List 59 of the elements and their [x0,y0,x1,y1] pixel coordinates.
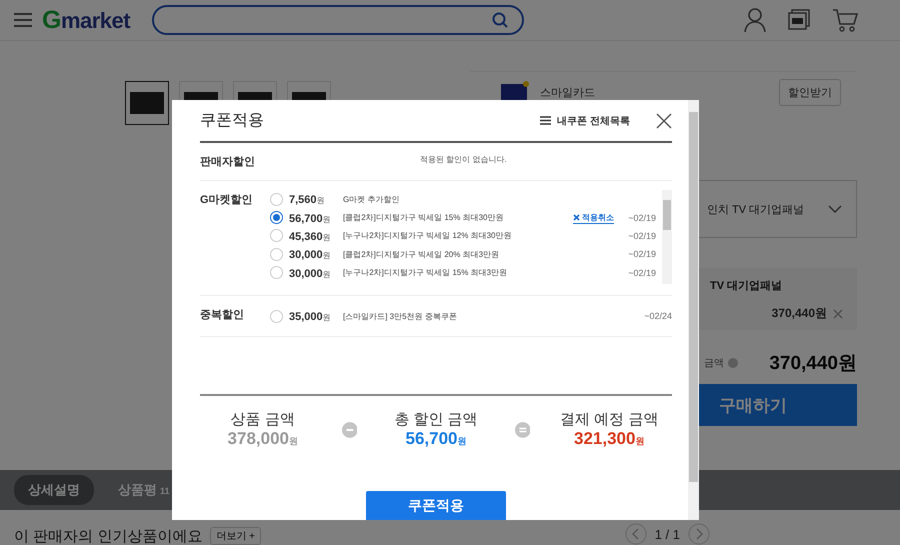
search-icon[interactable] [492,12,508,28]
dialog-title: 쿠폰적용 [200,111,264,131]
summary-amount: 321,300원 [574,429,644,450]
cart-icon[interactable] [832,8,858,32]
expiry-date: ~02/19 [627,230,656,241]
tab[interactable]: 상세설명 [14,475,94,505]
scrollbar[interactable] [662,190,672,284]
scrollbar[interactable] [688,100,699,520]
coupon-name: G마켓 추가할인 [343,194,400,205]
search-field[interactable] [152,5,524,35]
coupon-name: [클럽2차]디지털가구 빅세일 15% 최대30만원 [343,212,504,224]
item-name: TV 대기업패널 [710,279,784,293]
card-promo-label: 스마일카드 [540,86,596,100]
total-label: 금액 [704,357,724,370]
more-button[interactable]: 더보기 + [210,527,261,545]
section-label: G마켓할인 [200,193,254,208]
close-icon [573,214,580,221]
apply-coupon-button[interactable]: 쿠폰적용 [366,491,506,520]
menu-icon[interactable] [14,13,32,27]
expiry-date: ~02/24 [643,311,672,322]
close-icon[interactable] [656,112,672,128]
expiry-date: ~02/19 [627,268,656,278]
page-indicator: 1 / 1 [654,526,680,542]
minus-icon [342,422,358,438]
summary-label: 총 할인 금액 [394,410,478,430]
coupon-amount: 7,560원 [289,193,326,208]
coupon-name: [스마일카드] 3만5천원 중복쿠폰 [343,310,458,322]
coupon-amount: 45,360원 [289,230,332,245]
discount-button[interactable]: 할인받기 [779,78,841,106]
coupon-amount: 35,000원 [289,310,332,326]
summary-amount: 56,700원 [406,429,466,450]
section-label: 판매자할인 [200,155,256,169]
coupon-amount: 30,000원 [289,248,332,264]
item-price: 370,440원 [772,305,827,322]
list-icon [540,116,552,125]
section-label: 중복할인 [200,308,245,323]
card-stack-icon[interactable] [788,9,810,31]
summary-amount: 378,000원 [228,429,298,450]
option-value: 인치 TV 대기업패널 [707,202,804,216]
cancel-link[interactable]: 적용취소 [573,212,614,224]
equals-icon [514,422,530,438]
total-amount: 370,440원 [769,352,857,376]
my-coupons-link[interactable]: 내쿠폰 전체목록 [540,114,630,128]
gmarket-logo[interactable]: Gmarket [42,6,130,34]
coupon-amount: 30,000원 [289,266,332,282]
summary-label: 상품 금액 [230,410,295,430]
expiry-date: ~02/19 [627,212,656,223]
section-title: 이 판매자의 인기상품이에요 [14,529,202,545]
coupon-name: [누구나2차]디지털가구 빅세일 15% 최대3만원 [343,267,508,278]
product-thumbnail[interactable] [125,81,169,125]
radio-button[interactable] [270,211,283,224]
coupon-name: [누구나2차]디지털가구 빅세일 12% 최대30만원 [343,230,512,242]
empty-message: 적용된 할인이 없습니다. [419,154,507,166]
coupon-amount: 56,700원 [289,212,332,227]
coupon-name: [클럽2차]디지털가구 빅세일 20% 최대3만원 [343,248,500,260]
person-icon[interactable] [744,8,766,32]
expiry-date: ~02/19 [627,249,656,260]
chevron-down-icon[interactable] [828,205,842,213]
summary-label: 결제 예정 금액 [560,410,658,430]
